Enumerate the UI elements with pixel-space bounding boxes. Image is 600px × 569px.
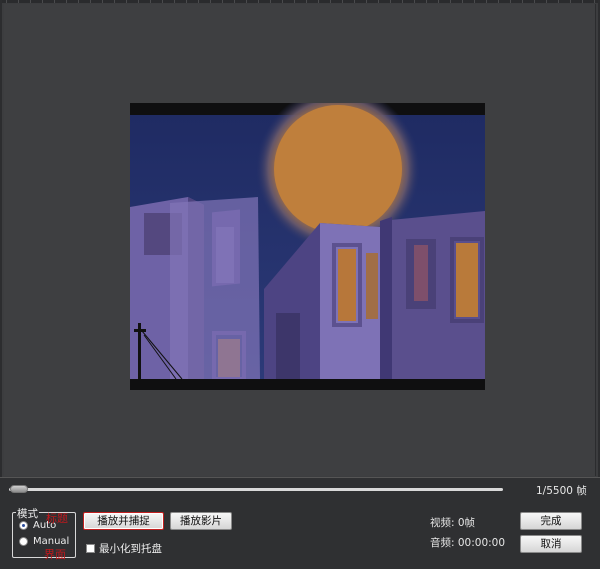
preview-area xyxy=(4,4,596,476)
radio-auto[interactable] xyxy=(19,521,28,530)
annotation-bottom: 界面 xyxy=(44,548,66,561)
frame-counter: 1/5500 帧 xyxy=(536,485,587,497)
play-movie-button[interactable]: 播放影片 xyxy=(170,512,232,530)
seek-thumb[interactable] xyxy=(10,485,28,493)
video-frame-image xyxy=(130,103,485,390)
mode-legend: 模式 xyxy=(16,506,39,521)
cancel-button[interactable]: 取消 xyxy=(520,535,582,553)
radio-manual[interactable] xyxy=(19,537,28,546)
capture-window: 1/5500 帧 模式 Auto Manual 标题 界面 播放并捕捉 播放影片… xyxy=(0,0,600,569)
play-capture-button[interactable]: 播放并捕捉 xyxy=(83,512,164,530)
minimize-to-tray-checkbox[interactable] xyxy=(86,544,95,553)
video-frame xyxy=(130,103,485,390)
minimize-to-tray-label: 最小化到托盘 xyxy=(99,543,162,555)
window-top-edge xyxy=(0,0,600,3)
minimize-to-tray-option[interactable]: 最小化到托盘 xyxy=(86,541,162,556)
control-panel: 1/5500 帧 模式 Auto Manual 标题 界面 播放并捕捉 播放影片… xyxy=(0,477,600,569)
video-frames-status: 视频: 0帧 xyxy=(430,517,476,529)
seek-track[interactable] xyxy=(9,488,503,491)
audio-time-status: 音频: 00:00:00 xyxy=(430,537,506,549)
done-button[interactable]: 完成 xyxy=(520,512,582,530)
annotation-top: 标题 xyxy=(46,512,68,525)
